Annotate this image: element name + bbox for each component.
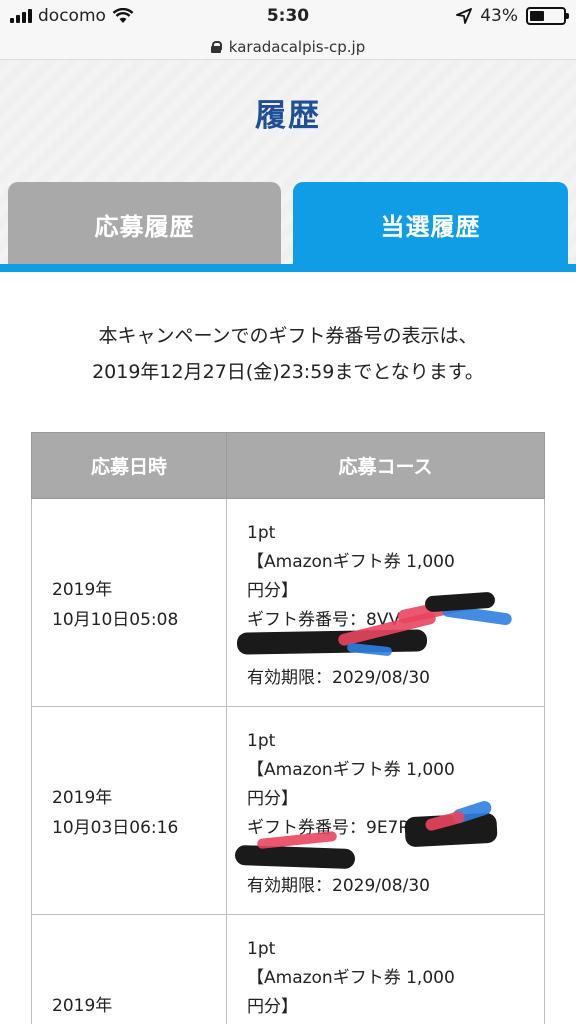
course-points: 1pt [247,939,276,959]
entry-date-year: 2019年 [52,580,113,600]
notice-line-2: 2019年12月27日(金)23:59までとなります。 [92,361,484,383]
history-table: 応募日時 応募コース 2019年 10月10日05:08 1pt 【Amazon… [31,432,545,1024]
location-icon [456,8,473,24]
course-name-cont: 円分】 [247,581,298,601]
column-header-course: 応募コース [226,432,545,499]
entry-date-cell: 2019年 10月10日05:08 [31,498,227,707]
course-name-cont: 円分】 [247,789,298,809]
battery-icon [526,7,569,25]
course-name: 【Amazonギフト券 1,000 [247,552,455,572]
entry-date-year: 2019年 [52,788,113,808]
entry-date-year: 2019年 [52,996,113,1016]
course-name-cont: 円分】 [247,997,298,1017]
table-row: 2019年 1pt 【Amazonギフト券 1,000 円分】 [31,914,545,1024]
entry-course-cell: 1pt 【Amazonギフト券 1,000 円分】 [226,914,545,1024]
page-title: 履歴 [255,98,321,134]
redaction-mark [234,844,356,870]
address-bar[interactable]: karadacalpis-cp.jp [0,34,576,60]
redaction-mark [236,629,428,655]
url-text: karadacalpis-cp.jp [228,37,366,56]
table-row: 2019年 10月03日06:16 1pt 【Amazonギフト券 1,000 … [31,706,545,915]
tab-underline [0,264,576,272]
tab-entry-history[interactable]: 応募履歴 [8,182,281,266]
tab-winning-history[interactable]: 当選履歴 [293,182,568,266]
entry-date-cell: 2019年 [31,914,227,1024]
course-points: 1pt [247,523,276,543]
course-points: 1pt [247,731,276,751]
expiry-date: 有効期限：2029/08/30 [247,876,430,896]
notice-line-1: 本キャンペーンでのギフト券番号の表示は、 [98,325,478,347]
entry-course-cell: 1pt 【Amazonギフト券 1,000 円分】 ギフト券番号：8VV 有効期… [226,498,545,707]
course-name: 【Amazonギフト券 1,000 [247,968,455,988]
battery-percent: 43% [480,6,518,26]
entry-date-time: 10月10日05:08 [52,610,179,630]
table-row: 2019年 10月10日05:08 1pt 【Amazonギフト券 1,000 … [31,498,545,707]
course-name: 【Amazonギフト券 1,000 [247,760,455,780]
page-header: 履歴 応募履歴 当選履歴 [0,60,576,272]
table-header-row: 応募日時 応募コース [31,432,545,499]
lock-icon [210,40,222,53]
status-right: 43% [456,6,569,26]
entry-date-time: 10月03日06:16 [52,818,179,838]
battery-fill [530,11,544,21]
column-header-date: 応募日時 [31,432,227,499]
expiry-date: 有効期限：2029/08/30 [247,668,430,688]
status-bar: docomo 5:30 43% [0,0,576,34]
entry-course-cell: 1pt 【Amazonギフト券 1,000 円分】 ギフト券番号：9E7R E … [226,706,545,915]
entry-date-cell: 2019年 10月03日06:16 [31,706,227,915]
notice-text: 本キャンペーンでのギフト券番号の表示は、 2019年12月27日(金)23:59… [0,318,576,390]
